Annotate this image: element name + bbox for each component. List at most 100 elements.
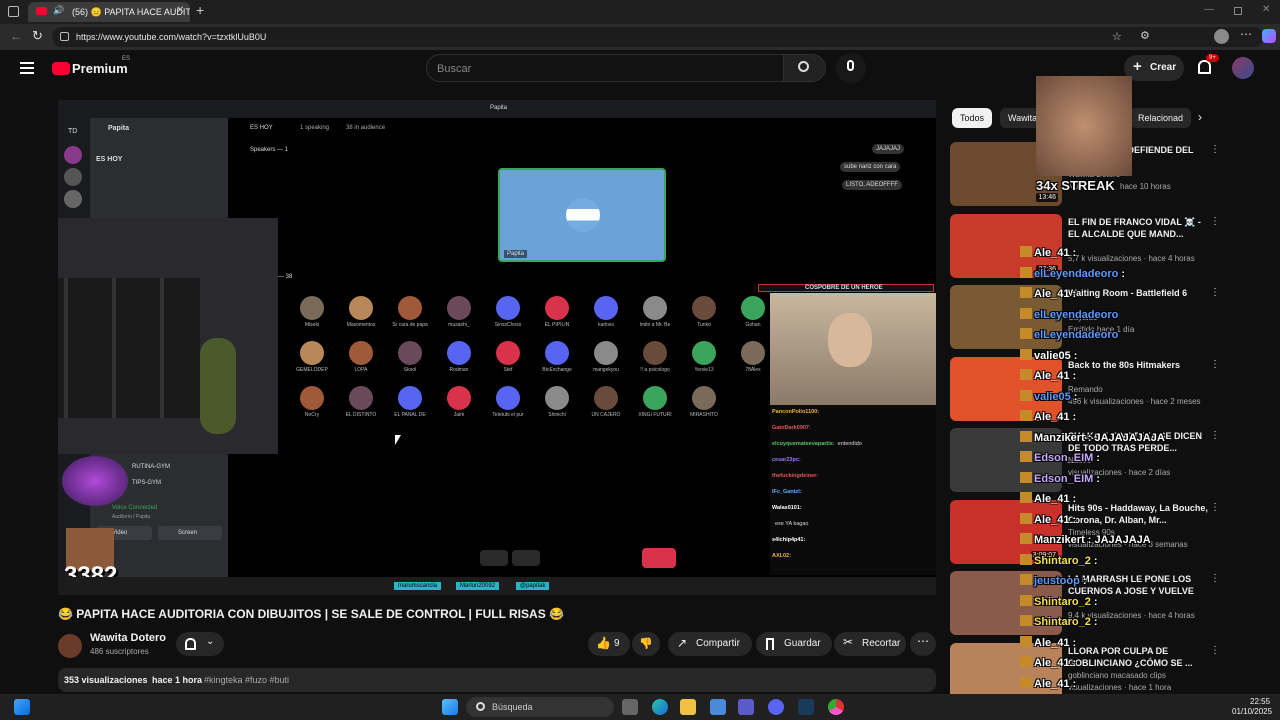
start-button[interactable] [14, 699, 30, 715]
recommended-title[interactable]: Back to the 80s Hitmakers [1068, 359, 1208, 371]
share-button[interactable]: ↗ Compartir [668, 632, 752, 656]
voice-search-button[interactable] [836, 53, 866, 83]
hamburger-menu-icon[interactable] [20, 62, 34, 74]
notifications-button[interactable]: 9+ [1196, 54, 1219, 78]
mic-toggle-button[interactable] [480, 550, 508, 566]
audience-avatar[interactable] [692, 386, 716, 410]
steam-icon[interactable] [798, 699, 814, 715]
taskbar-search[interactable]: Búsqueda [466, 697, 614, 717]
file-explorer-icon[interactable] [680, 699, 696, 715]
recommended-channel[interactable]: goblinciano macasado clips [1068, 671, 1166, 680]
recommended-title[interactable]: EL FIN DE FRANCO VIDAL ☠️ - EL ALCALDE Q… [1068, 216, 1208, 240]
browser-menu-icon[interactable]: ⋯ [1240, 27, 1252, 41]
browser-tab[interactable]: 🔊 (56) 😑 PAPITA HACE AUDITO [28, 2, 190, 22]
clock-date[interactable]: 01/10/2025 [1232, 707, 1272, 716]
window-menu-icon[interactable] [8, 6, 19, 17]
audience-avatar[interactable] [300, 296, 324, 320]
video-player[interactable]: Papita TD Papita ES HOY RUTINA-GYM TIPS-… [58, 100, 936, 595]
server-icon-1[interactable] [64, 146, 82, 164]
chip-all[interactable]: Todos [952, 108, 993, 128]
audience-avatar[interactable] [496, 386, 520, 410]
back-icon[interactable]: ← [10, 29, 22, 43]
audience-avatar[interactable] [447, 386, 471, 410]
audience-avatar[interactable] [398, 386, 422, 410]
search-button[interactable] [783, 55, 825, 81]
clock-time[interactable]: 22:55 [1250, 697, 1270, 706]
more-options-icon[interactable]: ⋮ [1210, 502, 1220, 513]
search-box[interactable]: Buscar [426, 54, 826, 82]
recommended-title[interactable]: Waiting Room - Battlefield 6 [1068, 287, 1208, 299]
audience-avatar[interactable] [447, 341, 471, 365]
audio-playing-icon[interactable]: 🔊 [53, 5, 64, 16]
audience-avatar[interactable] [594, 386, 618, 410]
store-icon[interactable] [710, 699, 726, 715]
leave-call-button[interactable] [642, 548, 676, 568]
audience-avatar[interactable] [643, 386, 667, 410]
audience-avatar[interactable] [300, 341, 324, 365]
more-options-icon[interactable]: ⋮ [1210, 216, 1220, 227]
audience-avatar[interactable] [545, 386, 569, 410]
close-tab-icon[interactable]: ✕ [176, 5, 184, 16]
stage-channel-name[interactable]: ES HOY [96, 156, 122, 163]
channel-name[interactable]: Wawita Dotero [90, 632, 166, 644]
create-button[interactable]: + Crear [1124, 55, 1184, 81]
audience-avatar[interactable] [545, 296, 569, 320]
more-options-icon[interactable]: ⋮ [1210, 359, 1220, 370]
camera-toggle-button[interactable] [512, 550, 540, 566]
save-button[interactable]: Guardar [756, 632, 832, 656]
speaker-tile[interactable]: Papita [498, 168, 666, 262]
audience-avatar[interactable] [300, 386, 324, 410]
minimize-icon[interactable]: — [1204, 4, 1214, 15]
audience-avatar[interactable] [643, 296, 667, 320]
channel-item-rutina[interactable]: RUTINA-GYM [132, 464, 170, 470]
server-icon-3[interactable] [64, 190, 82, 208]
recommended-title[interactable]: Hits 90s - Haddaway, La Bouche, Corona, … [1068, 502, 1208, 526]
audience-avatar[interactable] [496, 341, 520, 365]
edge-icon[interactable] [652, 699, 668, 715]
audience-avatar[interactable] [741, 296, 765, 320]
recommended-video[interactable]: Back to the 80s Hitmakers Remando 496 k vi… [950, 356, 1220, 423]
server-icon-2[interactable] [64, 168, 82, 186]
more-options-icon[interactable]: ⋮ [1210, 144, 1220, 155]
task-view-icon[interactable] [622, 699, 638, 715]
dislike-button[interactable]: 👎 [632, 632, 660, 656]
audience-avatar[interactable] [692, 296, 716, 320]
audience-avatar[interactable] [349, 386, 373, 410]
favorite-star-icon[interactable]: ☆ [1112, 30, 1122, 43]
audience-avatar[interactable] [496, 296, 520, 320]
more-options-icon[interactable]: ⋮ [1210, 573, 1220, 584]
clip-button[interactable]: ✂ Recortar [834, 632, 906, 656]
audience-avatar[interactable] [398, 296, 422, 320]
hashtags[interactable]: #kingteka #fuzo #buti [204, 675, 289, 685]
more-options-icon[interactable]: ⋮ [1210, 430, 1220, 441]
extensions-icon[interactable]: ⚙ [1140, 29, 1150, 42]
chevron-right-icon[interactable]: › [1198, 110, 1202, 124]
subscribe-bell-button[interactable]: ⌄ [176, 632, 224, 656]
audience-avatar[interactable] [349, 296, 373, 320]
audience-avatar[interactable] [447, 296, 471, 320]
more-options-icon[interactable]: ⋮ [1210, 645, 1220, 656]
like-button[interactable]: 👍 9 [588, 632, 630, 656]
chip-related[interactable]: Relacionad [1130, 108, 1192, 128]
windows-logo-icon[interactable] [442, 699, 458, 715]
recommended-title[interactable]: LLORA POR CULPA DE GOBLINCIANO ¿CÓMO SE … [1068, 645, 1208, 669]
audience-avatar[interactable] [398, 341, 422, 365]
refresh-icon[interactable]: ↻ [32, 28, 43, 44]
more-actions-button[interactable]: ⋯ [910, 632, 936, 656]
profile-avatar[interactable] [1214, 29, 1229, 44]
more-options-icon[interactable]: ⋮ [1210, 287, 1220, 298]
audience-avatar[interactable] [741, 341, 765, 365]
description-box[interactable]: 353 visualizaciones hace 1 hora #kingtek… [58, 668, 936, 692]
copilot-icon[interactable] [1262, 29, 1276, 43]
discord-icon[interactable] [768, 699, 784, 715]
audience-avatar[interactable] [643, 341, 667, 365]
chrome-icon[interactable] [828, 699, 844, 715]
account-avatar[interactable] [1232, 57, 1254, 79]
site-info-icon[interactable] [60, 32, 69, 41]
close-window-icon[interactable]: ✕ [1262, 4, 1270, 15]
audience-avatar[interactable] [594, 296, 618, 320]
audience-avatar[interactable] [349, 341, 373, 365]
channel-avatar[interactable] [58, 634, 82, 658]
url-field[interactable]: https://www.youtube.com/watch?v=tzxtklUu… [52, 27, 1264, 47]
maximize-icon[interactable] [1234, 7, 1242, 15]
